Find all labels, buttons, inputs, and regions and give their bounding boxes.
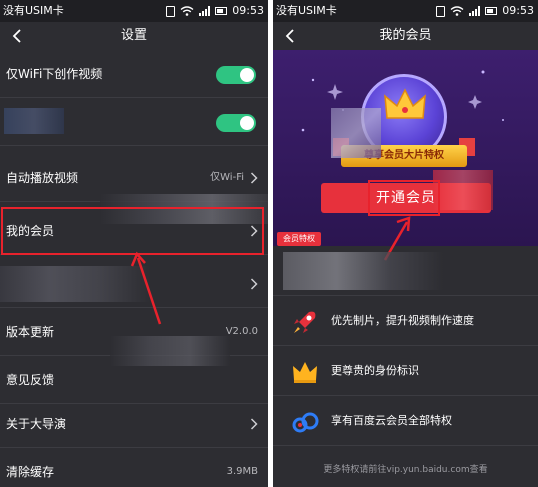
version-value: V2.0.0 xyxy=(225,326,258,337)
settings-item-wifi-only[interactable]: 仅WiFi下创作视频 xyxy=(0,50,268,98)
perk-label: 享有百度云会员全部特权 xyxy=(331,414,452,427)
settings-item-label: 自动播放视频 xyxy=(6,171,79,185)
perk-row: 享有百度云会员全部特权 xyxy=(273,396,538,446)
blurred-region xyxy=(331,108,381,158)
rocket-icon xyxy=(294,311,316,333)
perk-label: 更尊贵的身份标识 xyxy=(331,364,419,377)
settings-item-hidden-toggle[interactable] xyxy=(0,98,268,146)
more-perks-link[interactable]: 更多特权请前往vip.yun.baidu.com查看 xyxy=(273,462,538,475)
signal-icon xyxy=(469,6,481,16)
chevron-right-icon xyxy=(250,418,258,430)
status-time: 09:53 xyxy=(502,4,534,17)
blurred-region xyxy=(433,170,493,210)
membership-navbar: 我的会员 xyxy=(273,22,538,50)
cache-size-value: 3.9MB xyxy=(226,466,258,477)
perk-row: 优先制片，提升视频制作速度 xyxy=(273,296,538,346)
settings-navbar: 设置 xyxy=(0,22,268,50)
crown-icon xyxy=(293,362,317,383)
membership-screen: 没有USIM卡 09:53 我的会员 尊享会员大片特权 开通会员 会员特权 优先… xyxy=(273,0,538,487)
settings-toggle[interactable] xyxy=(216,114,256,132)
wifi-only-toggle[interactable] xyxy=(216,66,256,84)
settings-item-label: 关于大导演 xyxy=(6,417,67,431)
sim-icon xyxy=(166,5,176,17)
signal-icon xyxy=(199,6,211,16)
sim-icon xyxy=(436,5,446,17)
open-button-highlight-box xyxy=(368,180,440,216)
blurred-region xyxy=(283,252,443,290)
pointer-arrow-icon xyxy=(130,251,162,325)
perks-tag: 会员特权 xyxy=(277,232,321,246)
battery-icon xyxy=(485,7,498,15)
settings-item-label: 版本更新 xyxy=(6,325,55,339)
perk-row-hidden xyxy=(273,246,538,296)
blurred-region xyxy=(4,108,64,134)
settings-screen: 没有USIM卡 09:53 设置 仅WiFi下创作视频 自动播放视频 仅Wi-F… xyxy=(0,0,268,487)
settings-item-label: 仅WiFi下创作视频 xyxy=(6,67,103,81)
settings-item-feedback[interactable]: 意见反馈 xyxy=(0,356,268,404)
status-bar: 没有USIM卡 09:53 xyxy=(0,0,268,22)
wifi-icon xyxy=(180,6,194,16)
page-title: 设置 xyxy=(120,28,147,43)
carrier-text: 没有USIM卡 xyxy=(3,4,64,17)
status-bar: 没有USIM卡 09:53 xyxy=(273,0,538,22)
perk-row: 更尊贵的身份标识 xyxy=(273,346,538,396)
settings-item-clear-cache[interactable]: 清除缓存 3.9MB xyxy=(0,448,268,487)
chevron-right-icon xyxy=(250,278,258,290)
settings-item-about[interactable]: 关于大导演 xyxy=(0,400,268,448)
status-time: 09:53 xyxy=(232,4,264,17)
carrier-text: 没有USIM卡 xyxy=(276,4,337,17)
settings-item-label: 清除缓存 xyxy=(6,465,55,479)
settings-item-label: 意见反馈 xyxy=(6,373,55,387)
wifi-icon xyxy=(450,6,464,16)
battery-icon xyxy=(215,7,228,15)
baidu-cloud-icon xyxy=(292,412,319,433)
page-title: 我的会员 xyxy=(379,28,432,43)
crown-icon xyxy=(384,88,426,119)
perk-label: 优先制片，提升视频制作速度 xyxy=(331,314,474,327)
chevron-right-icon xyxy=(250,172,258,184)
